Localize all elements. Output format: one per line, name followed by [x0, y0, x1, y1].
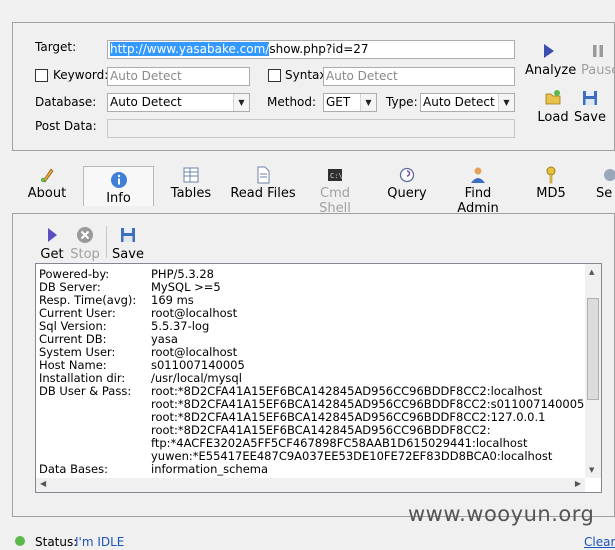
info-row: yuwen:*E55417EE487C9A037EE53DE10FE72EF83…	[39, 450, 552, 463]
type-label: Type:	[386, 95, 418, 109]
analyze-label: Analyze	[525, 63, 577, 78]
info-row: Data Bases: information_schema	[39, 463, 268, 476]
scroll-down-icon[interactable]: ▼	[589, 466, 594, 474]
method-label: Method:	[267, 95, 317, 109]
file-icon	[257, 166, 270, 184]
target-url-rest: show.php?id=27	[269, 42, 369, 56]
watermark: www.wooyun.org	[408, 502, 595, 526]
tab-find-admin-label: Find Admin	[457, 186, 499, 216]
settings-icon	[604, 169, 615, 181]
target-label: Target:	[35, 40, 77, 54]
tab-tables[interactable]: Tables	[168, 166, 214, 206]
stop-button[interactable]: Stop	[70, 226, 100, 263]
scroll-right-icon[interactable]: ▶	[575, 479, 581, 488]
method-select-value: GET	[326, 95, 351, 109]
tab-settings[interactable]: Se	[596, 166, 615, 206]
postdata-label: Post Data:	[35, 119, 97, 133]
status-label: Status:	[35, 535, 78, 549]
svg-text:C:\: C:\	[330, 172, 343, 180]
tab-info-label: Info	[106, 191, 131, 206]
vertical-scrollbar[interactable]: ▲ ▼	[585, 264, 601, 478]
clear-log-link[interactable]: Clear L	[584, 534, 615, 550]
tab-cmd-shell[interactable]: C:\ Cmd Shell	[304, 166, 366, 216]
folder-open-icon	[545, 90, 561, 105]
type-select-value: Auto Detect	[423, 95, 495, 109]
type-select[interactable]: Auto Detect ▼	[420, 93, 515, 112]
tab-md5-label: MD5	[536, 186, 566, 201]
info-key: DB User & Pass:	[39, 384, 132, 398]
query-icon	[399, 167, 415, 183]
tab-about[interactable]: About	[26, 166, 68, 206]
play-icon	[544, 44, 554, 58]
load-label: Load	[537, 110, 569, 125]
terminal-icon: C:\	[328, 169, 343, 181]
tab-settings-label: Se	[596, 186, 613, 201]
tab-read-files[interactable]: Read Files	[230, 166, 296, 206]
scroll-left-icon[interactable]: ◀	[40, 479, 46, 488]
key-icon	[546, 166, 556, 184]
pause-icon	[593, 45, 603, 57]
status-icon	[14, 535, 26, 547]
play-icon	[48, 228, 57, 242]
syntax-checkbox[interactable]	[268, 69, 281, 82]
tab-cmd-shell-label: Cmd Shell	[319, 186, 351, 216]
get-label: Get	[40, 247, 64, 262]
tab-info[interactable]: Info	[83, 166, 154, 206]
keyword-input[interactable]: Auto Detect	[107, 67, 250, 86]
save-label: Save	[574, 110, 606, 125]
database-select-value: Auto Detect	[110, 95, 182, 109]
pause-label: Pause	[581, 63, 615, 78]
toolbar-divider	[106, 226, 107, 258]
scrollbar-thumb[interactable]	[587, 298, 599, 400]
chevron-down-icon[interactable]: ▼	[233, 94, 249, 111]
info-icon	[110, 172, 127, 188]
admin-icon	[471, 167, 485, 183]
tab-tables-label: Tables	[170, 186, 212, 201]
target-url-selected: http://www.yasabake.com/	[110, 42, 270, 56]
status-value: I'm IDLE	[75, 535, 125, 549]
floppy-icon	[121, 228, 135, 242]
pause-button[interactable]: Pause	[581, 42, 615, 79]
postdata-input[interactable]	[107, 119, 515, 138]
keyword-checkbox[interactable]	[35, 69, 48, 82]
tab-query[interactable]: Query	[386, 166, 428, 206]
target-url-input[interactable]: http://www.yasabake.com/show.php?id=27	[107, 40, 515, 59]
keyword-label: Keyword:	[53, 68, 109, 82]
method-select[interactable]: GET ▼	[323, 93, 377, 112]
stop-label: Stop	[70, 247, 100, 262]
info-key: Data Bases:	[39, 462, 108, 476]
tab-read-files-label: Read Files	[230, 186, 296, 201]
tab-query-label: Query	[387, 186, 427, 201]
save-button[interactable]: Save	[574, 89, 606, 126]
load-button[interactable]: Load	[536, 89, 570, 126]
table-icon	[183, 167, 199, 183]
pen-icon	[40, 168, 54, 183]
floppy-icon	[583, 91, 597, 105]
analyze-button[interactable]: Analyze	[525, 42, 576, 79]
chevron-down-icon[interactable]: ▼	[360, 94, 376, 111]
stop-icon	[77, 227, 93, 243]
tab-find-admin[interactable]: Find Admin	[443, 166, 513, 216]
syntax-input[interactable]: Auto Detect	[323, 67, 515, 86]
tab-about-label: About	[27, 186, 67, 201]
tab-md5[interactable]: MD5	[532, 166, 570, 206]
horizontal-scrollbar[interactable]: ◀ ▶	[36, 478, 585, 492]
get-button[interactable]: Get	[38, 226, 66, 263]
scroll-up-icon[interactable]: ▲	[589, 268, 594, 276]
info-value: information_schema	[151, 462, 269, 476]
info-output[interactable]: Powered-by: PHP/5.3.28 DB Server: MySQL >=5…	[35, 263, 602, 493]
chevron-down-icon[interactable]: ▼	[498, 94, 514, 111]
database-label: Database:	[35, 95, 97, 109]
info-save-label: Save	[112, 247, 144, 262]
info-save-button[interactable]: Save	[112, 226, 144, 263]
database-select[interactable]: Auto Detect ▼	[107, 93, 250, 112]
